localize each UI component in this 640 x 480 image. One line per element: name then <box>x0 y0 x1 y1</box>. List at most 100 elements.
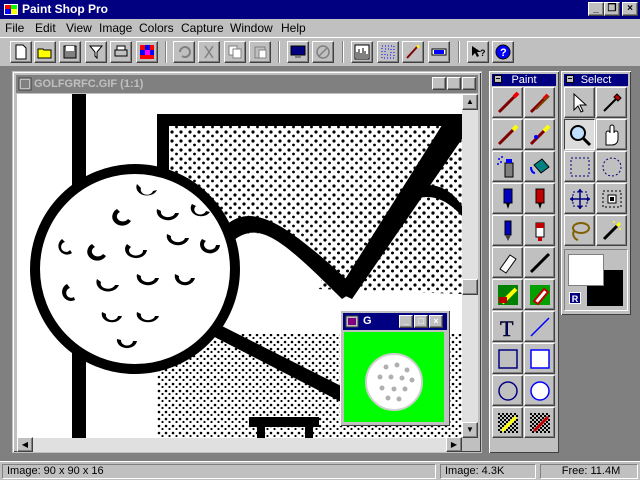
save-icon[interactable] <box>59 41 81 63</box>
gradient-eraser-icon[interactable] <box>524 279 555 310</box>
line-draw-icon[interactable] <box>524 247 555 278</box>
image-vertical-scrollbar[interactable]: ▲ ▼ <box>462 94 478 438</box>
filled-ellipse-icon[interactable] <box>524 375 555 406</box>
screen-icon[interactable] <box>287 41 309 63</box>
svg-text:T: T <box>500 316 514 339</box>
image-window-title-bar[interactable]: GOLFGRFC.GIF (1:1) _ □ × <box>16 75 478 93</box>
preview-window-title: G <box>363 315 372 327</box>
dropper-bottle-icon[interactable] <box>524 215 555 246</box>
filled-rectangle-icon[interactable] <box>524 343 555 374</box>
status-image-info: Image: 90 x 90 x 16 <box>2 464 436 479</box>
status-image-size: Image: 4.3K <box>440 464 536 479</box>
menu-capture[interactable]: Capture <box>181 21 224 35</box>
menu-window[interactable]: Window <box>230 21 273 35</box>
ellipse-select-icon[interactable] <box>596 151 627 182</box>
picture-tube-icon[interactable] <box>492 279 523 310</box>
image-minimize-button[interactable]: _ <box>432 77 446 90</box>
paint-palette-close-icon[interactable] <box>494 75 502 83</box>
pattern-two-icon[interactable] <box>524 407 555 438</box>
noentry-icon[interactable] <box>312 41 334 63</box>
paintbrush-icon[interactable] <box>492 87 523 118</box>
menu-colors[interactable]: Colors <box>139 21 174 35</box>
move-icon[interactable] <box>564 183 595 214</box>
filter-icon[interactable] <box>85 41 107 63</box>
restore-button[interactable]: ❐ <box>604 2 620 16</box>
magic-wand-icon[interactable] <box>596 215 627 246</box>
open-icon[interactable] <box>34 41 56 63</box>
paint-palette: Paint T <box>489 71 559 453</box>
eyedropper-icon[interactable] <box>596 87 627 118</box>
pen-icon[interactable] <box>492 215 523 246</box>
airbrush-icon[interactable] <box>492 151 523 182</box>
color-replacer-icon[interactable] <box>492 119 523 150</box>
marker-icon[interactable] <box>492 183 523 214</box>
preview-doc-icon <box>345 315 359 328</box>
menu-file[interactable]: File <box>5 21 24 35</box>
print-icon[interactable] <box>110 41 132 63</box>
grid-icon[interactable] <box>377 41 399 63</box>
hand-icon[interactable] <box>596 119 627 150</box>
menu-bar: File Edit View Image Colors Capture Wind… <box>0 19 640 37</box>
scroll-up-button[interactable]: ▲ <box>462 94 478 110</box>
select-palette: Select R <box>561 71 631 315</box>
undo-icon[interactable] <box>173 41 195 63</box>
cut-icon[interactable] <box>198 41 220 63</box>
menu-edit[interactable]: Edit <box>35 21 56 35</box>
preview-close-button[interactable]: × <box>429 315 443 328</box>
ruler-icon[interactable] <box>428 41 450 63</box>
color-swatch-area: R <box>564 249 628 311</box>
scroll-down-button[interactable]: ▼ <box>462 422 478 438</box>
help-icon[interactable]: ? <box>492 41 514 63</box>
clone-brush-icon[interactable] <box>524 87 555 118</box>
histogram-icon[interactable] <box>351 41 373 63</box>
image-maximize-button[interactable]: □ <box>447 77 461 90</box>
preview-window-title-bar[interactable]: G _ □ × <box>343 313 447 330</box>
image-close-button[interactable]: × <box>462 77 476 90</box>
status-bar: Image: 90 x 90 x 16 Image: 4.3K Free: 11… <box>0 461 640 480</box>
svg-text:?: ? <box>500 47 507 59</box>
rectangle-icon[interactable] <box>492 343 523 374</box>
new-icon[interactable] <box>10 41 32 63</box>
menu-view[interactable]: View <box>66 21 92 35</box>
line-icon[interactable] <box>524 311 555 342</box>
select-palette-close-icon[interactable] <box>566 75 574 83</box>
preview-maximize-button[interactable]: □ <box>414 315 428 328</box>
palette-icon[interactable] <box>136 41 158 63</box>
lasso-icon[interactable] <box>564 215 595 246</box>
brush-icon[interactable] <box>402 41 424 63</box>
menu-image[interactable]: Image <box>99 21 132 35</box>
app-title: Paint Shop Pro <box>22 2 109 16</box>
ellipse-icon[interactable] <box>492 375 523 406</box>
image-horizontal-scrollbar[interactable]: ◀ ▶ <box>17 437 462 452</box>
retouch-icon[interactable] <box>524 119 555 150</box>
pattern-icon[interactable] <box>492 407 523 438</box>
zoom-icon[interactable] <box>564 119 595 150</box>
toolbar-separator <box>458 41 460 63</box>
scroll-right-button[interactable]: ▶ <box>446 437 462 452</box>
copy-icon[interactable] <box>224 41 246 63</box>
minimize-button[interactable]: _ <box>588 2 604 16</box>
arrow-icon[interactable] <box>564 87 595 118</box>
app-title-bar[interactable]: Paint Shop Pro _ ❐ × <box>0 0 640 19</box>
eraser-icon[interactable] <box>492 247 523 278</box>
reset-colors-icon[interactable]: R <box>569 292 581 304</box>
close-button[interactable]: × <box>622 2 638 16</box>
help-arrow-icon[interactable]: ? <box>467 41 489 63</box>
red-marker-icon[interactable] <box>524 183 555 214</box>
text-icon[interactable]: T <box>492 311 523 342</box>
paste-icon[interactable] <box>249 41 271 63</box>
rect-select-icon[interactable] <box>564 151 595 182</box>
vertical-scroll-thumb[interactable] <box>462 279 478 295</box>
menu-help[interactable]: Help <box>281 21 306 35</box>
foreground-color-swatch[interactable] <box>568 254 604 286</box>
preview-minimize-button[interactable]: _ <box>399 315 413 328</box>
scroll-left-button[interactable]: ◀ <box>17 437 33 452</box>
toolbar-separator <box>278 41 280 63</box>
status-free-memory: Free: 11.4M <box>540 464 638 479</box>
flood-fill-icon[interactable] <box>524 151 555 182</box>
preview-canvas[interactable] <box>344 332 444 422</box>
image-window-title: GOLFGRFC.GIF (1:1) <box>34 78 144 90</box>
app-icon[interactable] <box>3 2 19 17</box>
toolbar: ? ? <box>0 37 640 67</box>
crop-icon[interactable] <box>596 183 627 214</box>
